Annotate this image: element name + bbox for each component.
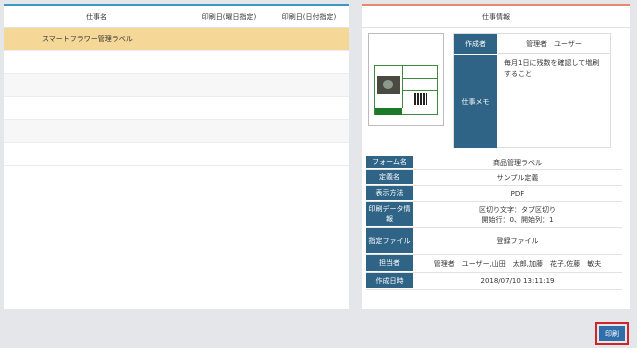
empty-row <box>4 143 349 166</box>
detail-line: 管理者 ユーザー,山田 太郎,加藤 花子,佐藤 敏夫 <box>433 259 602 268</box>
detail-value: 管理者 ユーザー,山田 太郎,加藤 花子,佐藤 敏夫 <box>413 255 622 272</box>
detail-label: 担当者 <box>366 255 413 272</box>
detail-line: 2018/07/10 13:11:19 <box>480 277 555 285</box>
job-list-header: 仕事名 印刷日(曜日指定) 印刷日(日付指定) <box>4 6 349 28</box>
detail-row-assignees: 担当者 管理者 ユーザー,山田 太郎,加藤 花子,佐藤 敏夫 <box>366 255 622 273</box>
creator-label: 作成者 <box>454 34 497 54</box>
detail-line: 開始行：0、開始列：1 <box>481 215 554 224</box>
detail-row-form-name: フォーム名 商品管理ラベル <box>366 156 622 170</box>
creator-value: 管理者 ユーザー <box>498 34 610 54</box>
detail-value: PDF <box>413 186 622 201</box>
detail-row-print-data: 印刷データ情報 区切り文字：タブ区切り 開始行：0、開始列：1 <box>366 202 622 228</box>
job-info-panel: 仕事情報 作成者 管理者 ユーザー 仕事メモ 毎月1日に残数を確認して増刷するこ… <box>362 4 630 309</box>
detail-line: 登録ファイル <box>496 237 539 245</box>
job-info-title: 仕事情報 <box>362 6 630 28</box>
detail-value: 2018/07/10 13:11:19 <box>413 273 622 289</box>
job-row[interactable]: スマートフラワー管理ラベル <box>4 28 349 51</box>
detail-value: 登録ファイル <box>413 228 622 254</box>
header-print-date[interactable]: 印刷日(日付指定) <box>269 12 349 22</box>
detail-label: 定義名 <box>366 170 413 185</box>
detail-value: 区切り文字：タブ区切り 開始行：0、開始列：1 <box>413 202 622 227</box>
detail-label: 作成日時 <box>366 273 413 289</box>
flower-photo-image <box>377 76 400 94</box>
detail-line: サンプル定義 <box>496 173 539 182</box>
form-preview-thumbnail <box>368 33 444 126</box>
detail-line: 区切り文字：タブ区切り <box>479 205 556 214</box>
detail-line: PDF <box>510 189 525 198</box>
detail-row-display-method: 表示方法 PDF <box>366 186 622 202</box>
form-layout-preview <box>374 65 438 115</box>
print-button-highlight: 印刷 <box>595 322 629 345</box>
creator-memo-table: 作成者 管理者 ユーザー 仕事メモ 毎月1日に残数を確認して増刷すること <box>453 33 611 148</box>
detail-value: 商品管理ラベル <box>413 156 622 169</box>
label-green-band <box>375 108 402 115</box>
memo-value: 毎月1日に残数を確認して増刷すること <box>504 59 600 78</box>
empty-row <box>4 74 349 97</box>
header-print-day[interactable]: 印刷日(曜日指定) <box>189 12 269 22</box>
detail-label: フォーム名 <box>366 156 413 169</box>
detail-row-definition: 定義名 サンプル定義 <box>366 170 622 186</box>
print-button[interactable]: 印刷 <box>599 326 625 341</box>
detail-row-created: 作成日時 2018/07/10 13:11:19 <box>366 273 622 290</box>
detail-value: サンプル定義 <box>413 170 622 185</box>
memo-label: 仕事メモ <box>454 55 497 148</box>
qr-code-icon <box>414 93 427 105</box>
job-list-panel: 仕事名 印刷日(曜日指定) 印刷日(日付指定) スマートフラワー管理ラベル <box>4 4 349 309</box>
detail-row-file: 指定ファイル 登録ファイル <box>366 228 622 255</box>
detail-label: 指定ファイル <box>366 228 413 254</box>
empty-row <box>4 97 349 120</box>
job-detail-table: フォーム名 商品管理ラベル 定義名 サンプル定義 表示方法 PDF 印刷データ情… <box>366 156 622 290</box>
empty-row <box>4 51 349 74</box>
detail-label: 表示方法 <box>366 186 413 201</box>
job-name-cell: スマートフラワー管理ラベル <box>42 35 133 43</box>
header-job-name[interactable]: 仕事名 <box>4 12 189 22</box>
detail-label: 印刷データ情報 <box>366 202 413 227</box>
empty-row <box>4 120 349 143</box>
detail-line: 商品管理ラベル <box>493 158 542 167</box>
